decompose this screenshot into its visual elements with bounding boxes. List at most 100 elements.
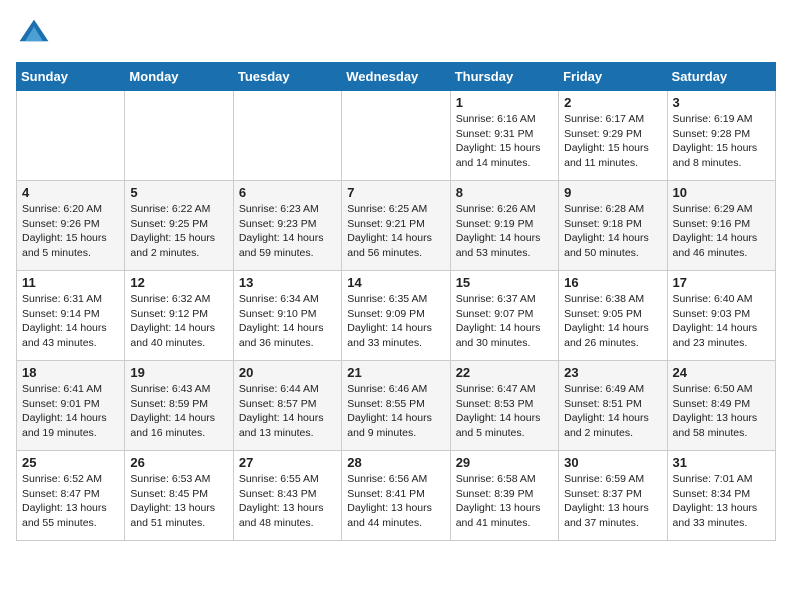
calendar-cell: 31 Sunrise: 7:01 AMSunset: 8:34 PMDayligh… (667, 451, 775, 541)
day-info: Sunrise: 6:58 AMSunset: 8:39 PMDaylight:… (456, 472, 553, 531)
day-info: Sunrise: 6:34 AMSunset: 9:10 PMDaylight:… (239, 292, 336, 351)
calendar-cell: 30 Sunrise: 6:59 AMSunset: 8:37 PMDayligh… (559, 451, 667, 541)
calendar-cell: 20Sunrise: 6:44 AMSunset: 8:57 PMDayligh… (233, 361, 341, 451)
day-number: 18 (22, 365, 119, 380)
day-header-thursday: Thursday (450, 63, 558, 91)
day-info: Sunrise: 6:17 AMSunset: 9:29 PMDaylight:… (564, 112, 661, 171)
day-number: 8 (456, 185, 553, 200)
day-number: 23 (564, 365, 661, 380)
calendar-cell: 17 Sunrise: 6:40 AMSunset: 9:03 PMDayligh… (667, 271, 775, 361)
calendar-cell: 7 Sunrise: 6:25 AMSunset: 9:21 PMDaylight… (342, 181, 450, 271)
day-info: Sunrise: 6:31 AMSunset: 9:14 PMDaylight:… (22, 292, 119, 351)
calendar-cell: 15 Sunrise: 6:37 AMSunset: 9:07 PMDayligh… (450, 271, 558, 361)
day-header-tuesday: Tuesday (233, 63, 341, 91)
day-number: 11 (22, 275, 119, 290)
day-info: Sunrise: 6:41 AMSunset: 9:01 PMDaylight:… (22, 382, 119, 441)
calendar-cell: 18 Sunrise: 6:41 AMSunset: 9:01 PMDayligh… (17, 361, 125, 451)
day-header-sunday: Sunday (17, 63, 125, 91)
day-number: 27 (239, 455, 336, 470)
week-row-2: 4 Sunrise: 6:20 AMSunset: 9:26 PMDaylight… (17, 181, 776, 271)
day-number: 31 (673, 455, 770, 470)
day-info: Sunrise: 6:20 AMSunset: 9:26 PMDaylight:… (22, 202, 119, 261)
day-number: 10 (673, 185, 770, 200)
calendar-cell: 5 Sunrise: 6:22 AMSunset: 9:25 PMDaylight… (125, 181, 233, 271)
day-number: 16 (564, 275, 661, 290)
day-info: Sunrise: 6:29 AMSunset: 9:16 PMDaylight:… (673, 202, 770, 261)
day-info: Sunrise: 6:19 AMSunset: 9:28 PMDaylight:… (673, 112, 770, 171)
day-info: Sunrise: 6:32 AMSunset: 9:12 PMDaylight:… (130, 292, 227, 351)
day-info: Sunrise: 6:25 AMSunset: 9:21 PMDaylight:… (347, 202, 444, 261)
page-header (16, 16, 776, 52)
week-row-1: 1 Sunrise: 6:16 AMSunset: 9:31 PMDaylight… (17, 91, 776, 181)
calendar-cell: 2 Sunrise: 6:17 AMSunset: 9:29 PMDaylight… (559, 91, 667, 181)
logo-icon (16, 16, 52, 52)
calendar-cell: 6Sunrise: 6:23 AMSunset: 9:23 PMDaylight… (233, 181, 341, 271)
day-info: Sunrise: 6:16 AMSunset: 9:31 PMDaylight:… (456, 112, 553, 171)
calendar-cell (17, 91, 125, 181)
calendar-cell: 8Sunrise: 6:26 AMSunset: 9:19 PMDaylight… (450, 181, 558, 271)
day-number: 29 (456, 455, 553, 470)
week-row-3: 11 Sunrise: 6:31 AMSunset: 9:14 PMDayligh… (17, 271, 776, 361)
day-number: 2 (564, 95, 661, 110)
day-number: 15 (456, 275, 553, 290)
calendar-cell: 16 Sunrise: 6:38 AMSunset: 9:05 PMDayligh… (559, 271, 667, 361)
calendar-cell: 11 Sunrise: 6:31 AMSunset: 9:14 PMDayligh… (17, 271, 125, 361)
logo (16, 16, 56, 52)
day-number: 28 (347, 455, 444, 470)
week-row-4: 18 Sunrise: 6:41 AMSunset: 9:01 PMDayligh… (17, 361, 776, 451)
day-info: Sunrise: 6:56 AMSunset: 8:41 PMDaylight:… (347, 472, 444, 531)
day-info: Sunrise: 6:47 AMSunset: 8:53 PMDaylight:… (456, 382, 553, 441)
calendar-cell (342, 91, 450, 181)
day-info: Sunrise: 6:49 AMSunset: 8:51 PMDaylight:… (564, 382, 661, 441)
calendar-cell: 28 Sunrise: 6:56 AMSunset: 8:41 PMDayligh… (342, 451, 450, 541)
calendar-cell: 27 Sunrise: 6:55 AMSunset: 8:43 PMDayligh… (233, 451, 341, 541)
calendar-cell: 24Sunrise: 6:50 AMSunset: 8:49 PMDayligh… (667, 361, 775, 451)
day-number: 12 (130, 275, 227, 290)
day-info: Sunrise: 6:53 AMSunset: 8:45 PMDaylight:… (130, 472, 227, 531)
day-info: Sunrise: 6:22 AMSunset: 9:25 PMDaylight:… (130, 202, 227, 261)
day-info: Sunrise: 6:52 AMSunset: 8:47 PMDaylight:… (22, 472, 119, 531)
day-info: Sunrise: 6:37 AMSunset: 9:07 PMDaylight:… (456, 292, 553, 351)
day-number: 9 (564, 185, 661, 200)
header-row: SundayMondayTuesdayWednesdayThursdayFrid… (17, 63, 776, 91)
day-number: 19 (130, 365, 227, 380)
day-header-saturday: Saturday (667, 63, 775, 91)
calendar-cell (233, 91, 341, 181)
day-number: 7 (347, 185, 444, 200)
day-info: Sunrise: 6:44 AMSunset: 8:57 PMDaylight:… (239, 382, 336, 441)
calendar-table: SundayMondayTuesdayWednesdayThursdayFrid… (16, 62, 776, 541)
day-number: 1 (456, 95, 553, 110)
calendar-cell: 29 Sunrise: 6:58 AMSunset: 8:39 PMDayligh… (450, 451, 558, 541)
day-number: 17 (673, 275, 770, 290)
day-number: 22 (456, 365, 553, 380)
day-info: Sunrise: 7:01 AMSunset: 8:34 PMDaylight:… (673, 472, 770, 531)
day-header-wednesday: Wednesday (342, 63, 450, 91)
calendar-cell: 1 Sunrise: 6:16 AMSunset: 9:31 PMDaylight… (450, 91, 558, 181)
day-header-monday: Monday (125, 63, 233, 91)
calendar-cell: 22 Sunrise: 6:47 AMSunset: 8:53 PMDayligh… (450, 361, 558, 451)
day-number: 21 (347, 365, 444, 380)
day-info: Sunrise: 6:55 AMSunset: 8:43 PMDaylight:… (239, 472, 336, 531)
day-header-friday: Friday (559, 63, 667, 91)
day-info: Sunrise: 6:28 AMSunset: 9:18 PMDaylight:… (564, 202, 661, 261)
day-number: 4 (22, 185, 119, 200)
day-info: Sunrise: 6:40 AMSunset: 9:03 PMDaylight:… (673, 292, 770, 351)
day-number: 3 (673, 95, 770, 110)
calendar-cell: 9 Sunrise: 6:28 AMSunset: 9:18 PMDaylight… (559, 181, 667, 271)
calendar-cell: 23 Sunrise: 6:49 AMSunset: 8:51 PMDayligh… (559, 361, 667, 451)
calendar-cell: 26 Sunrise: 6:53 AMSunset: 8:45 PMDayligh… (125, 451, 233, 541)
calendar-cell: 14Sunrise: 6:35 AMSunset: 9:09 PMDayligh… (342, 271, 450, 361)
day-number: 26 (130, 455, 227, 470)
day-number: 30 (564, 455, 661, 470)
calendar-cell: 25Sunrise: 6:52 AMSunset: 8:47 PMDayligh… (17, 451, 125, 541)
calendar-cell: 21 Sunrise: 6:46 AMSunset: 8:55 PMDayligh… (342, 361, 450, 451)
calendar-cell: 10 Sunrise: 6:29 AMSunset: 9:16 PMDayligh… (667, 181, 775, 271)
day-info: Sunrise: 6:35 AMSunset: 9:09 PMDaylight:… (347, 292, 444, 351)
day-info: Sunrise: 6:38 AMSunset: 9:05 PMDaylight:… (564, 292, 661, 351)
day-number: 5 (130, 185, 227, 200)
day-info: Sunrise: 6:59 AMSunset: 8:37 PMDaylight:… (564, 472, 661, 531)
calendar-cell: 13 Sunrise: 6:34 AMSunset: 9:10 PMDayligh… (233, 271, 341, 361)
day-info: Sunrise: 6:46 AMSunset: 8:55 PMDaylight:… (347, 382, 444, 441)
day-number: 13 (239, 275, 336, 290)
day-info: Sunrise: 6:50 AMSunset: 8:49 PMDaylight:… (673, 382, 770, 441)
